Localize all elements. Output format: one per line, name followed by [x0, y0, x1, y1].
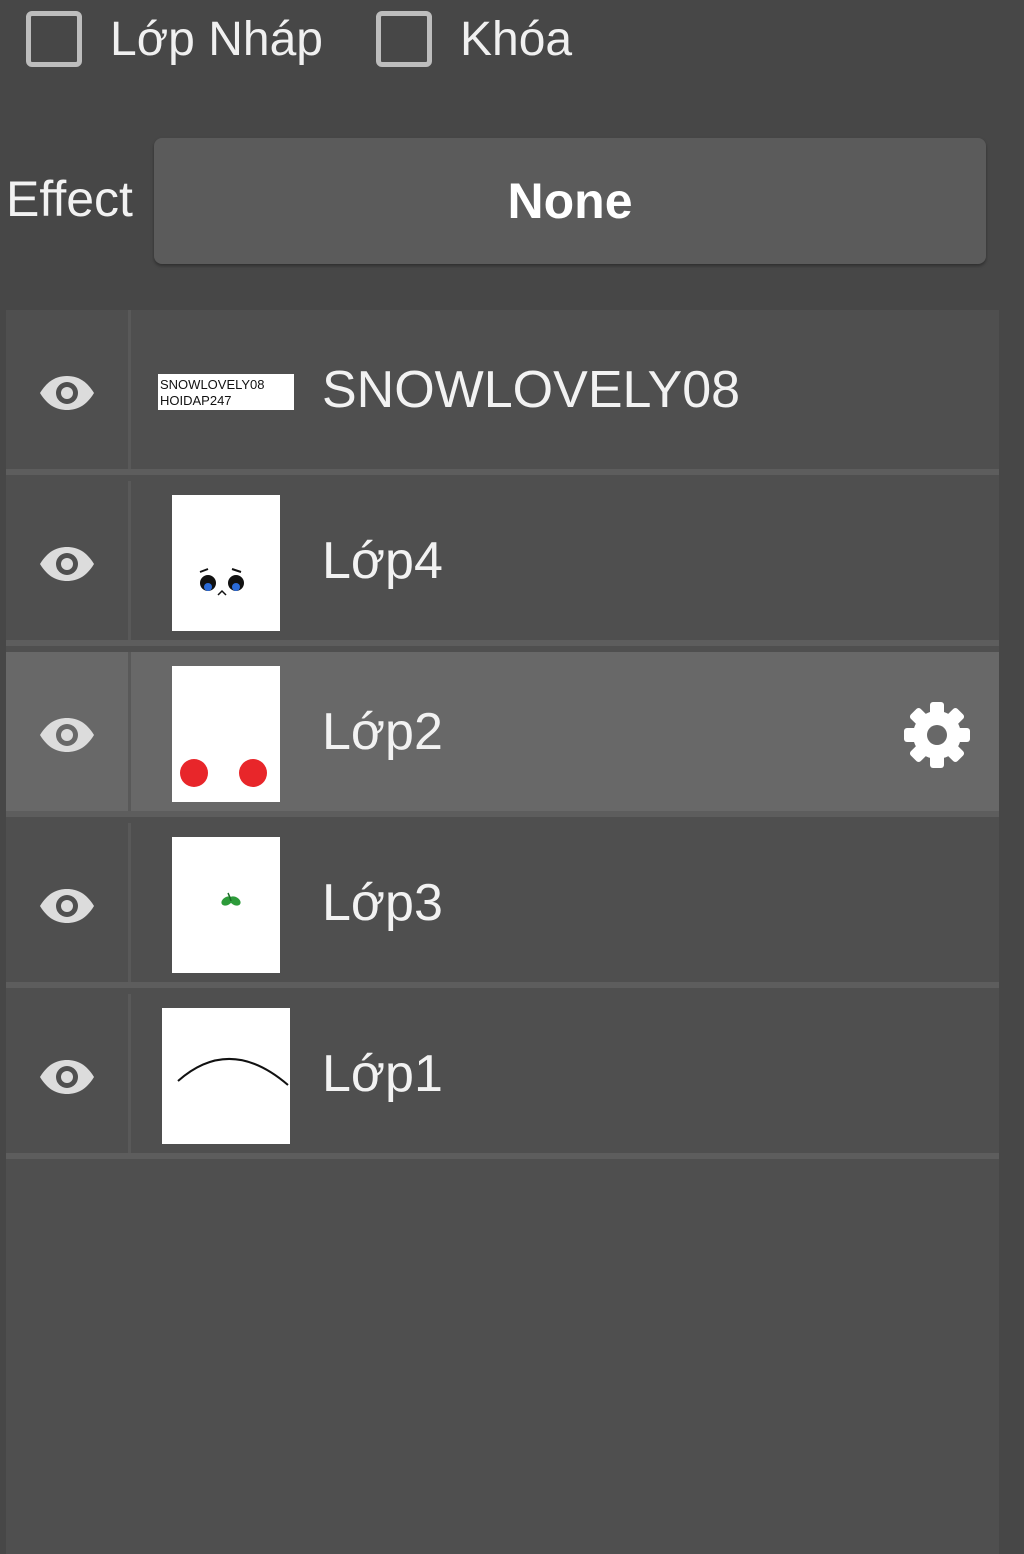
column-divider [128, 823, 131, 988]
layer-name: Lớp4 [322, 532, 443, 590]
layer-thumbnail [162, 1008, 290, 1144]
layer-row[interactable]: Lớp3 [6, 823, 999, 988]
row-divider [6, 469, 999, 475]
layer-list: SNOWLOVELY08 HOIDAP247 SNOWLOVELY08 Lớp4… [6, 310, 999, 1554]
layer-row[interactable]: Lớp1 [6, 994, 999, 1159]
layer-thumbnail [172, 495, 280, 631]
column-divider [128, 652, 131, 817]
layer-options-bar: Lớp Nháp Khóa [0, 0, 1024, 80]
draft-layer-option[interactable]: Lớp Nháp [26, 6, 323, 72]
row-divider [6, 982, 999, 988]
row-divider [6, 811, 999, 817]
layer-name: Lớp1 [322, 1045, 443, 1103]
layer-thumbnail [172, 666, 280, 802]
layer-name: SNOWLOVELY08 [322, 361, 741, 419]
eye-icon [40, 375, 94, 410]
eye-icon [40, 717, 94, 752]
eye-icon [40, 546, 94, 581]
layer-visibility-toggle[interactable] [6, 994, 128, 1159]
layer-row[interactable]: SNOWLOVELY08 HOIDAP247 SNOWLOVELY08 [6, 310, 999, 475]
lock-layer-checkbox[interactable] [376, 11, 432, 67]
layer-visibility-toggle[interactable] [6, 310, 128, 475]
eye-icon [40, 888, 94, 923]
gear-icon[interactable] [902, 700, 972, 770]
layer-visibility-toggle[interactable] [6, 481, 128, 646]
layer-thumbnail: SNOWLOVELY08 HOIDAP247 [158, 374, 294, 410]
layer-visibility-toggle[interactable] [6, 823, 128, 988]
column-divider [128, 310, 131, 475]
row-divider [6, 640, 999, 646]
draft-layer-checkbox[interactable] [26, 11, 82, 67]
thumbnail-text-line-2: HOIDAP247 [160, 393, 232, 408]
layer-name: Lớp2 [322, 703, 443, 761]
effect-value: None [507, 173, 633, 229]
lock-layer-option[interactable]: Khóa [376, 6, 572, 72]
layer-visibility-toggle[interactable] [6, 652, 128, 817]
layer-row-selected[interactable]: Lớp2 [6, 652, 999, 817]
layer-name: Lớp3 [322, 874, 443, 932]
column-divider [128, 481, 131, 646]
draft-layer-label: Lớp Nháp [110, 12, 323, 66]
layer-row[interactable]: Lớp4 [6, 481, 999, 646]
effect-label: Effect [6, 171, 133, 227]
lock-layer-label: Khóa [460, 12, 573, 66]
eye-icon [40, 1059, 94, 1094]
layer-thumbnail [172, 837, 280, 973]
column-divider [128, 994, 131, 1159]
thumbnail-text-line-1: SNOWLOVELY08 [160, 377, 265, 392]
row-divider [6, 1153, 999, 1159]
effect-select-button[interactable]: None [154, 138, 986, 264]
